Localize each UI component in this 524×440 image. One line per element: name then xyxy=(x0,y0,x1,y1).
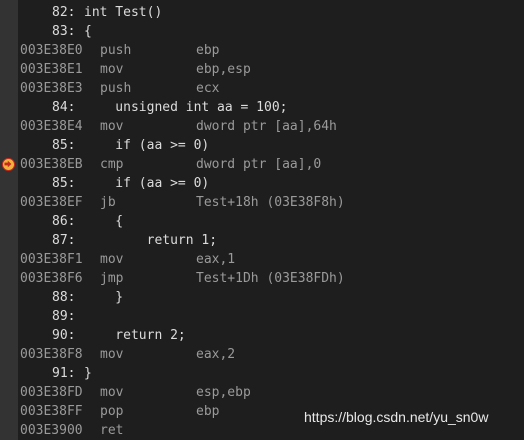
instruction-operands: ebp xyxy=(196,43,220,58)
source-code: if (aa >= 0) xyxy=(84,176,210,191)
asm-line[interactable]: 003E38E1 mov ebp,esp xyxy=(0,60,524,79)
instruction-mnemonic: ret xyxy=(100,423,124,438)
instruction-mnemonic: push xyxy=(100,43,132,58)
source-line-number: 89: xyxy=(52,309,76,324)
source-line-number: 87: xyxy=(52,233,76,248)
source-code: unsigned int aa = 100; xyxy=(84,100,288,115)
instruction-address: 003E38E4 xyxy=(20,119,83,134)
instruction-address: 003E38E1 xyxy=(20,62,83,77)
source-line[interactable]: 89: xyxy=(0,307,524,326)
asm-line[interactable]: 003E38F6 jmp Test+1Dh (03E38FDh) xyxy=(0,269,524,288)
source-line[interactable]: 82: int Test() xyxy=(0,3,524,22)
source-line[interactable]: 83: { xyxy=(0,22,524,41)
instruction-operands: eax,1 xyxy=(196,252,236,267)
instruction-operands: esp,ebp xyxy=(196,385,251,400)
instruction-operands: ebp,esp xyxy=(196,62,251,77)
source-line[interactable]: 90: return 2; xyxy=(0,326,524,345)
instruction-mnemonic: jmp xyxy=(100,271,124,286)
instruction-address: 003E38E3 xyxy=(20,81,83,96)
watermark: https://blog.csdn.net/yu_sn0w xyxy=(304,409,489,425)
asm-line[interactable]: 003E38F1 mov eax,1 xyxy=(0,250,524,269)
instruction-address: 003E3900 xyxy=(20,423,83,438)
source-code: return 1; xyxy=(84,233,218,248)
asm-line[interactable]: 003E38FD mov esp,ebp xyxy=(0,383,524,402)
source-line[interactable]: 85: if (aa >= 0) xyxy=(0,174,524,193)
source-line-number: 91: xyxy=(52,366,76,381)
instruction-operands: Test+18h (03E38F8h) xyxy=(196,195,345,210)
source-code: int Test() xyxy=(84,5,163,20)
source-line-number: 90: xyxy=(52,328,76,343)
instruction-operands: dword ptr [aa],64h xyxy=(196,119,337,134)
asm-line-current[interactable]: 003E38EB cmp dword ptr [aa],0 xyxy=(0,155,524,174)
instruction-address: 003E38E0 xyxy=(20,43,83,58)
instruction-operands: eax,2 xyxy=(196,347,236,362)
instruction-operands: ebp xyxy=(196,404,220,419)
instruction-mnemonic: mov xyxy=(100,385,124,400)
source-line-number: 85: xyxy=(52,138,76,153)
source-line-number: 82: xyxy=(52,5,76,20)
instruction-mnemonic: push xyxy=(100,81,132,96)
instruction-mnemonic: mov xyxy=(100,119,124,134)
source-code: { xyxy=(84,24,92,39)
source-line-number: 84: xyxy=(52,100,76,115)
instruction-operands: Test+1Dh (03E38FDh) xyxy=(196,271,345,286)
instruction-mnemonic: jb xyxy=(100,195,116,210)
instruction-mnemonic: mov xyxy=(100,252,124,267)
asm-line[interactable]: 003E38EF jb Test+18h (03E38F8h) xyxy=(0,193,524,212)
source-code: } xyxy=(84,290,124,305)
asm-line[interactable]: 003E38E0 push ebp xyxy=(0,41,524,60)
instruction-address: 003E38EB xyxy=(20,157,83,172)
instruction-operands: ecx xyxy=(196,81,220,96)
source-line[interactable]: 87: return 1; xyxy=(0,231,524,250)
instruction-mnemonic: mov xyxy=(100,62,124,77)
source-line-number: 85: xyxy=(52,176,76,191)
source-code: } xyxy=(84,366,92,381)
disassembly-view[interactable]: 82: int Test() 83: {003E38E0 push ebp 003E38E1… xyxy=(0,3,524,440)
instruction-operands: dword ptr [aa],0 xyxy=(196,157,322,172)
source-code: { xyxy=(84,214,124,229)
asm-line[interactable]: 003E38E4 mov dword ptr [aa],64h xyxy=(0,117,524,136)
instruction-address: 003E38F1 xyxy=(20,252,83,267)
instruction-address: 003E38F6 xyxy=(20,271,83,286)
source-line[interactable]: 91:} xyxy=(0,364,524,383)
instruction-address: 003E38FD xyxy=(20,385,83,400)
source-line[interactable]: 85: if (aa >= 0) xyxy=(0,136,524,155)
instruction-address: 003E38F8 xyxy=(20,347,83,362)
asm-line[interactable]: 003E38E3 push ecx xyxy=(0,79,524,98)
instruction-mnemonic: pop xyxy=(100,404,124,419)
source-line-number: 88: xyxy=(52,290,76,305)
source-code: if (aa >= 0) xyxy=(84,138,210,153)
source-line[interactable]: 86: { xyxy=(0,212,524,231)
source-line[interactable]: 88: } xyxy=(0,288,524,307)
asm-line[interactable]: 003E38F8 mov eax,2 xyxy=(0,345,524,364)
instruction-pointer-arrow-icon[interactable] xyxy=(2,158,15,171)
source-line[interactable]: 84: unsigned int aa = 100; xyxy=(0,98,524,117)
source-line-number: 83: xyxy=(52,24,76,39)
instruction-mnemonic: cmp xyxy=(100,157,124,172)
instruction-address: 003E38EF xyxy=(20,195,83,210)
source-code: return 2; xyxy=(84,328,186,343)
instruction-mnemonic: mov xyxy=(100,347,124,362)
instruction-address: 003E38FF xyxy=(20,404,83,419)
source-line-number: 86: xyxy=(52,214,76,229)
